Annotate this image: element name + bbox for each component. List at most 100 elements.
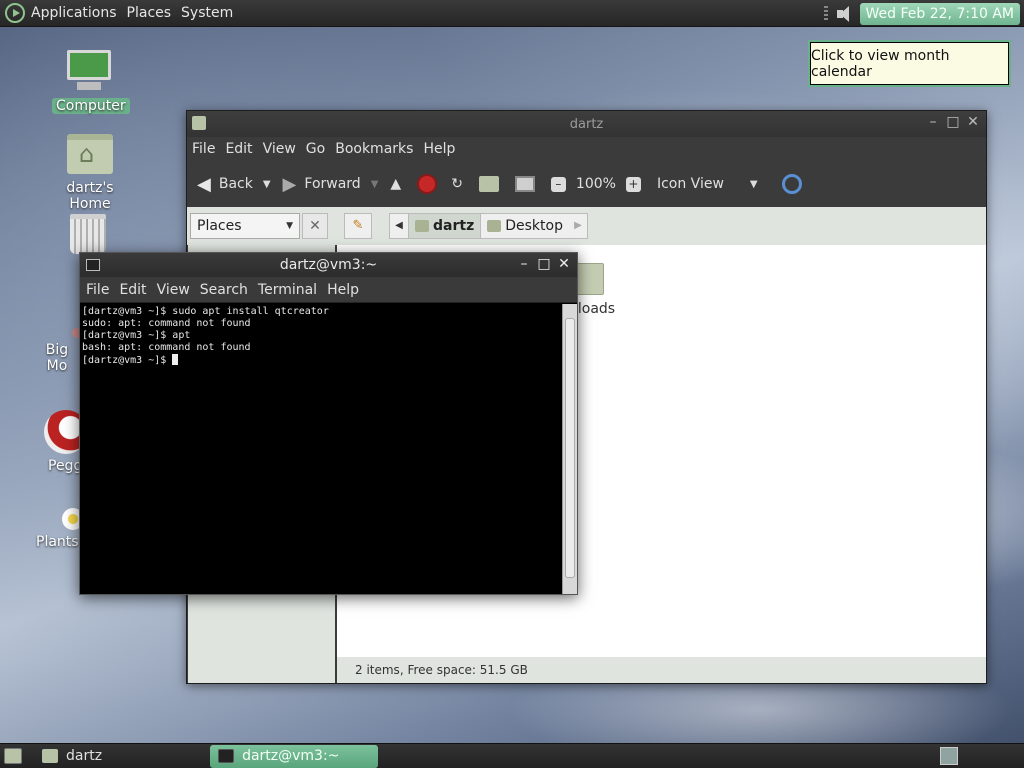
back-label: Back — [218, 176, 253, 192]
location-bar: Places ✕ ✎ ◀ dartz Desktop ▶ — [187, 207, 986, 245]
breadcrumb-dartz[interactable]: dartz — [408, 214, 481, 238]
breadcrumb-label: dartz — [433, 218, 475, 234]
home-folder-icon — [192, 116, 206, 130]
terminal-line: sudo: apt: command not found — [82, 318, 251, 329]
distro-logo-icon[interactable] — [5, 3, 25, 23]
terminal-scrollbar[interactable] — [562, 304, 577, 594]
task-label: dartz — [66, 748, 103, 764]
menu-help[interactable]: Help — [327, 282, 359, 298]
workspace-switcher[interactable] — [940, 747, 958, 765]
desktop-icon-home[interactable]: dartz's Home — [44, 134, 136, 212]
desktop-icon-computer[interactable]: Computer — [52, 50, 130, 114]
folder-icon[interactable] — [574, 263, 604, 295]
menu-places[interactable]: Places — [127, 5, 172, 21]
desktop-label-big: Big Mo — [45, 342, 69, 374]
edit-location-button[interactable]: ✎ — [344, 213, 372, 239]
desktop-icon-plants[interactable]: Plants — [32, 508, 84, 550]
terminal-window: dartz@vm3:~ – □ ✕ File Edit View Search … — [79, 252, 578, 595]
window-title: dartz — [569, 116, 604, 132]
bottom-panel: dartz dartz@vm3:~ — [0, 743, 1024, 768]
menu-edit[interactable]: Edit — [225, 141, 252, 157]
menu-search[interactable]: Search — [200, 282, 248, 298]
path-right-arrow[interactable]: ▶ — [569, 214, 587, 238]
window-title: dartz@vm3:~ — [279, 257, 378, 273]
menu-edit[interactable]: Edit — [119, 282, 146, 298]
task-file-manager[interactable]: dartz — [34, 745, 110, 768]
back-history-dropdown[interactable]: ▼ — [263, 179, 271, 190]
file-manager-menubar: File Edit View Go Bookmarks Help — [187, 137, 986, 161]
task-terminal[interactable]: dartz@vm3:~ — [210, 744, 379, 768]
breadcrumb-label: Desktop — [505, 218, 563, 234]
desktop-label-home: dartz's Home — [66, 180, 114, 212]
zoom-out-icon[interactable]: – — [550, 176, 566, 192]
file-manager-titlebar[interactable]: dartz – □ ✕ — [187, 111, 986, 137]
maximize-button[interactable]: □ — [537, 257, 551, 271]
breadcrumb: ◀ dartz Desktop ▶ — [389, 213, 588, 239]
zoom-in-icon[interactable]: + — [625, 176, 641, 192]
back-arrow-icon: ◀ — [197, 173, 211, 195]
computer-icon — [65, 50, 113, 94]
forward-label: Forward — [304, 176, 361, 192]
menu-file[interactable]: File — [192, 141, 215, 157]
desktop-folder-icon — [487, 220, 502, 232]
forward-arrow-icon: ▶ — [282, 173, 297, 195]
forward-history-dropdown[interactable]: ▼ — [371, 179, 379, 190]
view-mode-select[interactable]: Icon View — [657, 176, 724, 192]
trash-icon — [70, 214, 106, 254]
terminal-menubar: File Edit View Search Terminal Help — [80, 277, 577, 303]
desktop-icon-big[interactable]: Big Mo — [32, 328, 82, 374]
breadcrumb-desktop[interactable]: Desktop — [480, 214, 569, 238]
menu-applications[interactable]: Applications — [31, 5, 117, 21]
search-icon[interactable] — [781, 174, 802, 194]
terminal-icon — [86, 259, 100, 271]
terminal-cursor — [172, 354, 179, 365]
forward-button[interactable]: ▶ Forward — [283, 174, 361, 195]
zoom-level: 100% — [575, 176, 616, 192]
side-pane-selector[interactable]: Places — [190, 213, 300, 239]
menu-view[interactable]: View — [157, 282, 190, 298]
reload-icon[interactable]: ↻ — [451, 176, 463, 192]
terminal-line: bash: apt: command not found — [82, 342, 251, 353]
home-folder-icon — [67, 134, 113, 174]
terminal-line: [dartz@vm3 ~]$ sudo apt install qtcreato… — [82, 306, 329, 317]
minimize-button[interactable]: – — [926, 115, 940, 129]
top-panel: Applications Places System Wed Feb 22, 7… — [0, 0, 1024, 27]
menu-file[interactable]: File — [86, 282, 109, 298]
computer-icon[interactable] — [514, 176, 535, 192]
desktop-icon-pegg[interactable]: Pegg — [44, 410, 88, 474]
close-button[interactable]: ✕ — [557, 257, 571, 271]
panel-grip-icon — [823, 5, 828, 22]
clock[interactable]: Wed Feb 22, 7:10 AM — [859, 2, 1020, 25]
menu-go[interactable]: Go — [306, 141, 325, 157]
maximize-button[interactable]: □ — [946, 115, 960, 129]
path-left-arrow[interactable]: ◀ — [390, 214, 408, 238]
terminal-prompt-line: [dartz@vm3 ~]$ — [82, 354, 560, 367]
terminal-icon — [218, 749, 235, 763]
menu-terminal[interactable]: Terminal — [258, 282, 317, 298]
menu-help[interactable]: Help — [423, 141, 455, 157]
up-icon[interactable]: ▲ — [390, 176, 401, 192]
minimize-button[interactable]: – — [517, 257, 531, 271]
home-folder-icon — [415, 220, 429, 232]
home-icon[interactable] — [478, 176, 499, 192]
menu-system[interactable]: System — [181, 5, 233, 21]
menu-view[interactable]: View — [263, 141, 296, 157]
volume-icon[interactable] — [834, 3, 856, 25]
calendar-tooltip: Click to view month calendar — [808, 40, 1011, 87]
home-folder-icon — [42, 749, 58, 763]
terminal-titlebar[interactable]: dartz@vm3:~ – □ ✕ — [80, 253, 577, 277]
terminal-line: [dartz@vm3 ~]$ apt — [82, 330, 191, 341]
terminal-output[interactable]: [dartz@vm3 ~]$ sudo apt install qtcreato… — [80, 304, 562, 594]
notification-area: Wed Feb 22, 7:10 AM — [823, 2, 1020, 25]
task-label: dartz@vm3:~ — [242, 748, 340, 764]
close-side-pane-button[interactable]: ✕ — [302, 213, 328, 239]
menu-bookmarks[interactable]: Bookmarks — [335, 141, 413, 157]
status-bar: 2 items, Free space: 51.5 GB — [337, 657, 986, 683]
show-desktop-icon[interactable] — [4, 748, 22, 764]
scrollbar-thumb[interactable] — [565, 318, 575, 578]
desktop-label-plants: Plants — [36, 534, 79, 550]
view-mode-dropdown[interactable]: ▼ — [750, 179, 758, 190]
close-button[interactable]: ✕ — [966, 115, 980, 129]
back-button[interactable]: ◀ Back — [197, 174, 253, 195]
stop-icon[interactable] — [417, 174, 438, 194]
